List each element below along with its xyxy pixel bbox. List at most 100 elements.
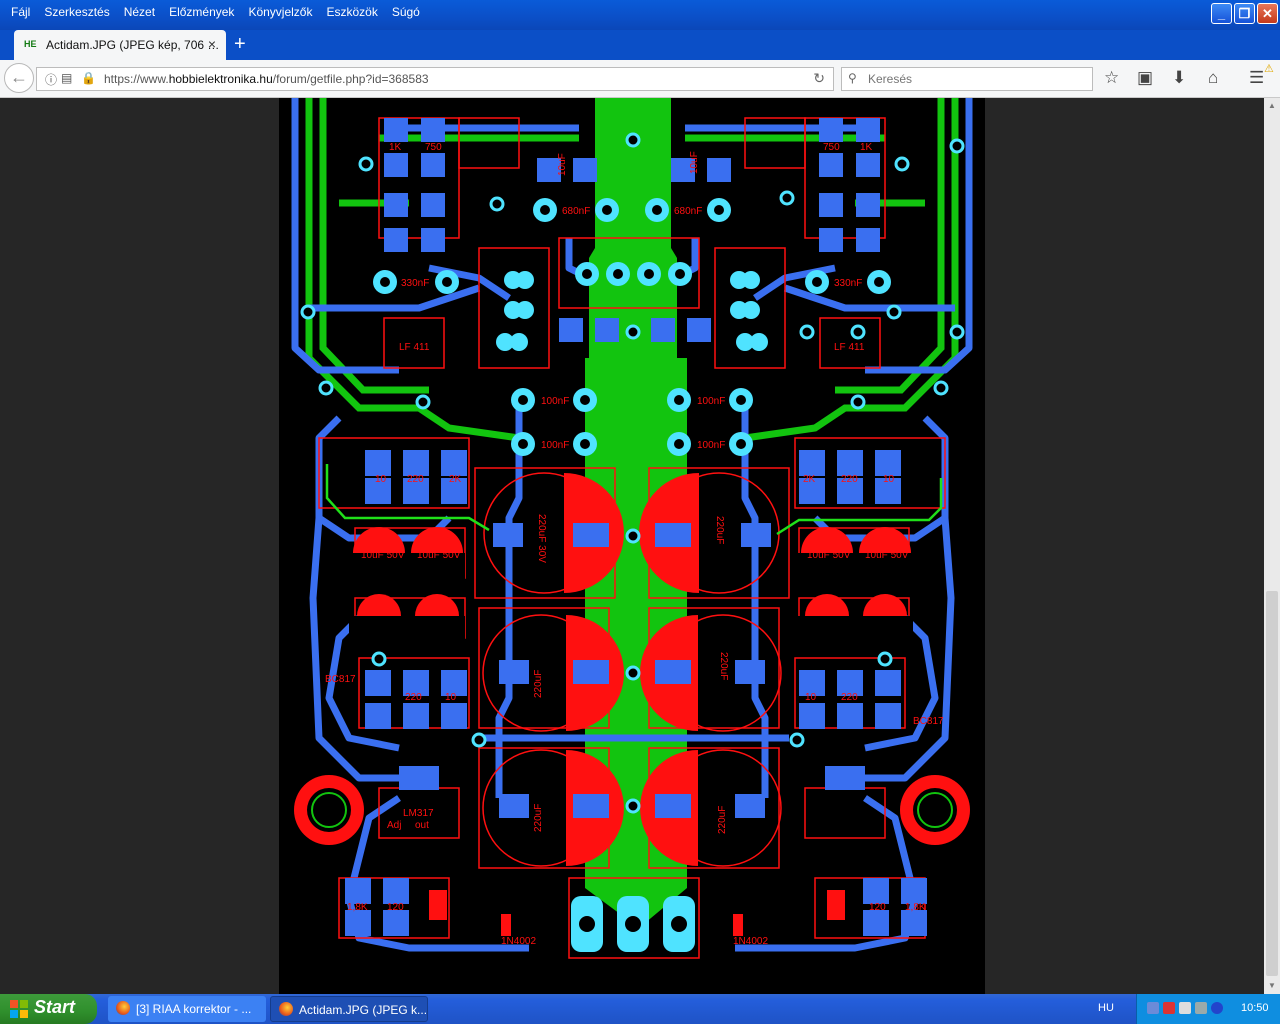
- label-120-right: 120: [869, 902, 886, 913]
- label-lf411-right: LF 411: [834, 342, 865, 353]
- scroll-thumb[interactable]: [1266, 591, 1278, 976]
- label-10-left: 10: [375, 474, 387, 485]
- label-100nf-b-left: 100nF: [541, 440, 569, 451]
- label-2k-right: 2K: [803, 474, 816, 485]
- minimize-button[interactable]: _: [1211, 3, 1232, 24]
- menu-help[interactable]: Súgó: [385, 2, 427, 22]
- label-1k-right: 1K: [860, 142, 873, 153]
- label-adj: Adj: [387, 820, 401, 831]
- label-1n4002-left: 1N4002: [501, 936, 536, 947]
- bookmark-star-icon[interactable]: ☆: [1104, 68, 1119, 88]
- reload-icon[interactable]: ↻: [813, 70, 825, 87]
- hamburger-menu-icon[interactable]: ☰: [1249, 68, 1264, 88]
- label-680nf-right: 680nF: [674, 206, 702, 217]
- reading-list-icon[interactable]: ▣: [1137, 68, 1153, 88]
- label-10uf50v-a: 10uF 50V: [361, 550, 405, 561]
- tab-actidam[interactable]: HE Actidam.JPG (JPEG kép, 706 … ×: [14, 30, 226, 60]
- title-bar: Fájl Szerkesztés Nézet Előzmények Könyvj…: [0, 0, 1280, 30]
- label-10uf-right: 10uF: [689, 151, 700, 174]
- search-input[interactable]: [866, 71, 1090, 87]
- menu-edit[interactable]: Szerkesztés: [37, 2, 116, 22]
- firefox-icon: [279, 1002, 293, 1016]
- label-220-left: 220: [407, 474, 424, 485]
- tab-strip: HE Actidam.JPG (JPEG kép, 706 … × +: [0, 30, 1280, 60]
- label-1-8k-left: 1,8K: [347, 902, 368, 913]
- menu-tools[interactable]: Eszközök: [319, 2, 384, 22]
- label-10b-right: 10: [805, 692, 817, 703]
- firefox-icon: [116, 1001, 130, 1015]
- label-100nf-a-right: 100nF: [697, 396, 725, 407]
- volume-icon[interactable]: [1179, 1002, 1191, 1014]
- label-bc817-left: BC817: [325, 674, 356, 685]
- taskbar-item-riaa[interactable]: [3] RIAA korrektor - ...: [108, 996, 266, 1022]
- tab-title: Actidam.JPG (JPEG kép, 706 …: [46, 38, 220, 52]
- windows-logo-icon: [10, 1000, 28, 1018]
- label-330nf-left: 330nF: [401, 278, 429, 289]
- label-out: out: [415, 820, 429, 831]
- label-lf411-left: LF 411: [399, 342, 430, 353]
- label-lm317: LM317: [403, 808, 434, 819]
- back-button[interactable]: ←: [4, 63, 34, 93]
- search-icon: ⚲: [848, 71, 857, 85]
- menu-bookmarks[interactable]: Könyvjelzők: [241, 2, 319, 22]
- security-shield-icon[interactable]: [1163, 1002, 1175, 1014]
- close-window-button[interactable]: ✕: [1257, 3, 1278, 24]
- label-100nf-b-right: 100nF: [697, 440, 725, 451]
- language-indicator[interactable]: HU: [1098, 1002, 1114, 1014]
- label-2k-left: 2K: [449, 474, 462, 485]
- label-750-right: 750: [823, 142, 840, 153]
- network-icon[interactable]: [1147, 1002, 1159, 1014]
- lock-icon[interactable]: 🔒: [81, 71, 96, 85]
- label-220uf-mid-right: 220uF: [718, 652, 729, 680]
- taskbar-item-actidam[interactable]: Actidam.JPG (JPEG k...: [270, 996, 428, 1022]
- label-10uf50v-b: 10uF 50V: [417, 550, 461, 561]
- label-10b-left: 10: [445, 692, 457, 703]
- taskbar: Start [3] RIAA korrektor - ... Actidam.J…: [0, 994, 1280, 1024]
- vertical-scrollbar[interactable]: ▲ ▼: [1264, 98, 1280, 994]
- label-220uf-bot-left: 220uF: [533, 804, 544, 832]
- device-icon[interactable]: [1195, 1002, 1207, 1014]
- label-220uf-mid-left: 220uF: [533, 670, 544, 698]
- label-10uf50v-d: 10uF 50V: [865, 550, 909, 561]
- menu-bar: Fájl Szerkesztés Nézet Előzmények Könyvj…: [4, 2, 427, 22]
- label-750-left: 750: [425, 142, 442, 153]
- label-1n4002-right: 1N4002: [733, 936, 768, 947]
- menu-file[interactable]: Fájl: [4, 2, 37, 22]
- label-220uf-top-right: 220uF: [714, 516, 725, 544]
- label-bc817-right: BC817: [913, 716, 944, 727]
- label-220uf-bot-right: 220uF: [717, 806, 728, 834]
- label-220b-left: 220: [405, 692, 422, 703]
- search-bar[interactable]: ⚲: [841, 67, 1093, 91]
- scroll-up-arrow-icon[interactable]: ▲: [1264, 98, 1280, 114]
- label-120-left: 120: [387, 902, 404, 913]
- url-text[interactable]: https://www.hobbielektronika.hu/forum/ge…: [104, 72, 429, 86]
- label-1-8k-right: 1,8K: [905, 902, 926, 913]
- navigation-bar: ← ⓘ ▤ 🔒 https://www.hobbielektronika.hu/…: [0, 60, 1280, 98]
- label-10uf50v-c: 10uF 50V: [807, 550, 851, 561]
- label-330nf-right: 330nF: [834, 278, 862, 289]
- site-favicon-icon: HE: [24, 39, 37, 49]
- image-viewer: 1K 750 750 1K 10uF 10uF 680nF 680nF 330n…: [0, 98, 1264, 994]
- tab-close-icon[interactable]: ×: [208, 36, 216, 52]
- new-tab-button[interactable]: +: [234, 33, 246, 56]
- menu-history[interactable]: Előzmények: [162, 2, 241, 22]
- clock[interactable]: 10:50: [1241, 1002, 1269, 1014]
- permissions-icon[interactable]: ▤: [61, 71, 72, 85]
- label-680nf-left: 680nF: [562, 206, 590, 217]
- download-icon[interactable]: ⬇: [1172, 68, 1186, 88]
- warning-icon: ⚠: [1264, 63, 1274, 75]
- info-icon[interactable]: ⓘ: [45, 71, 57, 88]
- url-bar[interactable]: ⓘ ▤ 🔒 https://www.hobbielektronika.hu/fo…: [36, 67, 834, 91]
- scroll-down-arrow-icon[interactable]: ▼: [1264, 978, 1280, 994]
- pcb-layout-image: 1K 750 750 1K 10uF 10uF 680nF 680nF 330n…: [279, 98, 985, 994]
- home-icon[interactable]: ⌂: [1208, 68, 1218, 88]
- label-10uf-left: 10uF: [557, 153, 568, 176]
- label-10-right: 10: [883, 474, 895, 485]
- menu-view[interactable]: Nézet: [117, 2, 162, 22]
- label-1k-left: 1K: [389, 142, 402, 153]
- start-button[interactable]: Start: [0, 994, 97, 1024]
- bluetooth-icon[interactable]: [1211, 1002, 1223, 1014]
- restore-button[interactable]: ❐: [1234, 3, 1255, 24]
- label-220uf-30v-left: 220uF 30V: [536, 514, 547, 563]
- label-220b-right: 220: [841, 692, 858, 703]
